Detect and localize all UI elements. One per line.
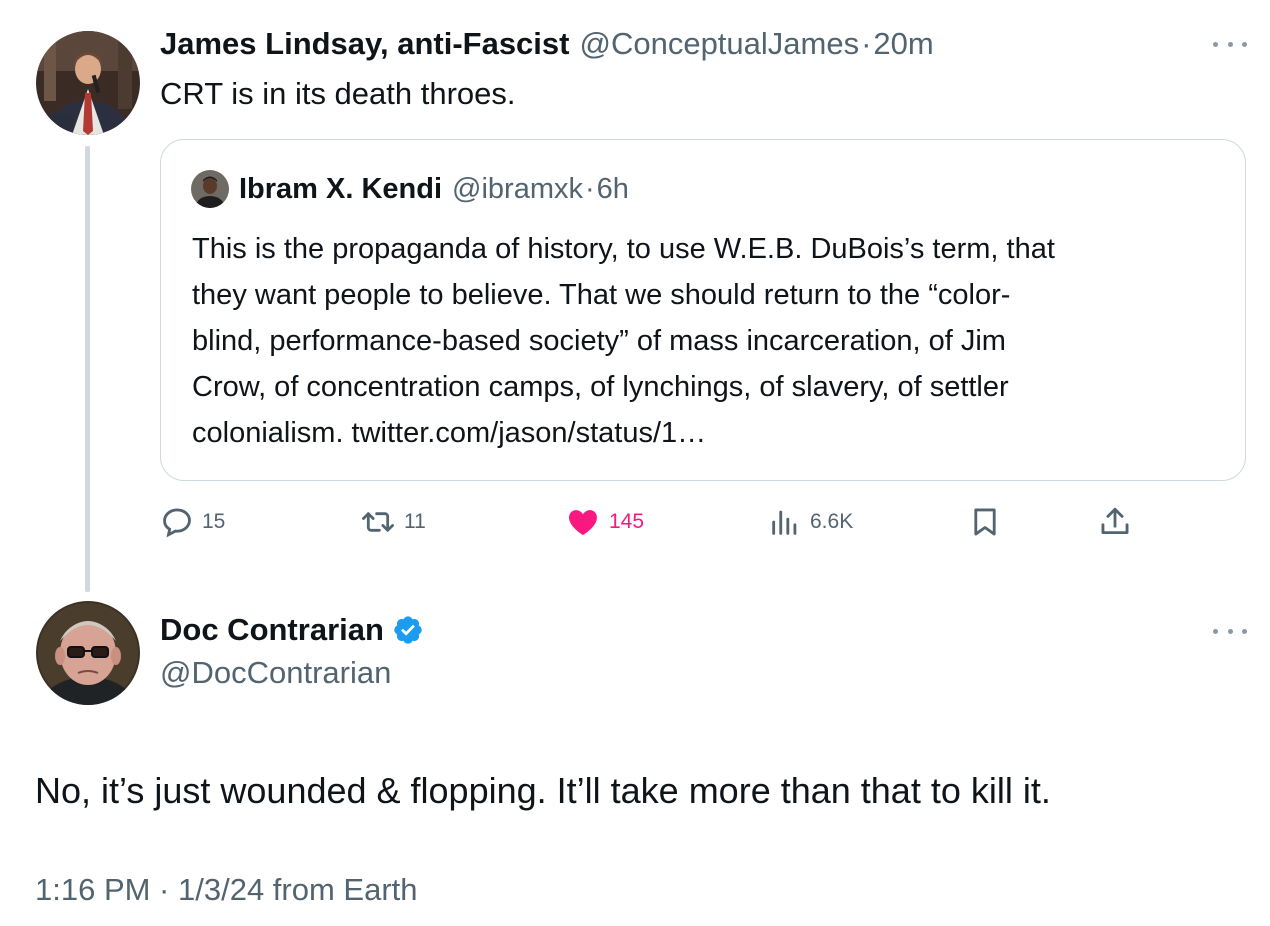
verified-badge-icon: [394, 616, 422, 644]
quote-handle[interactable]: @ibramxk: [452, 173, 583, 206]
views-icon: [772, 510, 797, 535]
tweet2-more-icon[interactable]: [1213, 629, 1247, 637]
tweet2-text: No, it’s just wounded & flopping. It’ll …: [35, 770, 1051, 811]
repost-icon: [362, 512, 394, 532]
like-button[interactable]: 145: [565, 500, 644, 544]
quote-author-name[interactable]: Ibram X. Kendi: [239, 173, 442, 206]
like-count: 145: [609, 510, 645, 533]
reply-button[interactable]: 15: [160, 500, 225, 544]
tweet2-timestamp[interactable]: 1:16 PM · 1/3/24 from Earth: [35, 872, 418, 908]
tweet2-author-name[interactable]: Doc Contrarian: [160, 612, 384, 648]
views-count: 6.6K: [810, 510, 854, 533]
repost-button[interactable]: 11: [360, 500, 426, 544]
quote-text-line: colonialism. twitter.com/jason/status/1…: [192, 417, 707, 449]
tweet1-text: CRT is in its death throes.: [160, 76, 516, 111]
doc-contrarian-avatar[interactable]: [36, 601, 140, 705]
quote-text-line: This is the propaganda of history, to us…: [192, 233, 1055, 265]
tweet1-author-name[interactable]: James Lindsay, anti-Fascist: [160, 26, 569, 62]
repost-count: 11: [404, 510, 426, 533]
thread-connector-line: [85, 146, 90, 592]
share-button[interactable]: [1098, 500, 1132, 544]
quote-text-line: blind, performance-based society” of mas…: [192, 325, 1006, 357]
like-icon: [569, 510, 597, 536]
views-button[interactable]: 6.6K: [768, 500, 853, 544]
tweet2-handle[interactable]: @DocContrarian: [160, 655, 391, 691]
quote-time[interactable]: 6h: [597, 173, 629, 206]
quote-text-line: they want people to believe. That we sho…: [192, 279, 1011, 311]
share-icon: [1101, 507, 1129, 535]
bookmark-button[interactable]: [968, 500, 1002, 544]
james-lindsay-avatar[interactable]: [36, 31, 140, 135]
tweet1-more-icon[interactable]: [1213, 42, 1247, 50]
tweet1-action-bar: 15 11 145 6.6K: [160, 500, 1140, 544]
ibram-kendi-avatar[interactable]: [191, 170, 229, 208]
tweet1-separator: ·: [861, 26, 872, 61]
quote-text: This is the propaganda of history, to us…: [192, 226, 1222, 456]
quote-text-line: Crow, of concentration camps, of lynchin…: [192, 371, 1009, 403]
quote-separator: ·: [585, 172, 595, 205]
tweet1-time[interactable]: 20m: [873, 26, 933, 62]
tweet1-handle[interactable]: @ConceptualJames: [579, 26, 859, 62]
bookmark-icon: [974, 508, 996, 536]
reply-count: 15: [202, 510, 226, 533]
reply-icon: [163, 508, 191, 538]
